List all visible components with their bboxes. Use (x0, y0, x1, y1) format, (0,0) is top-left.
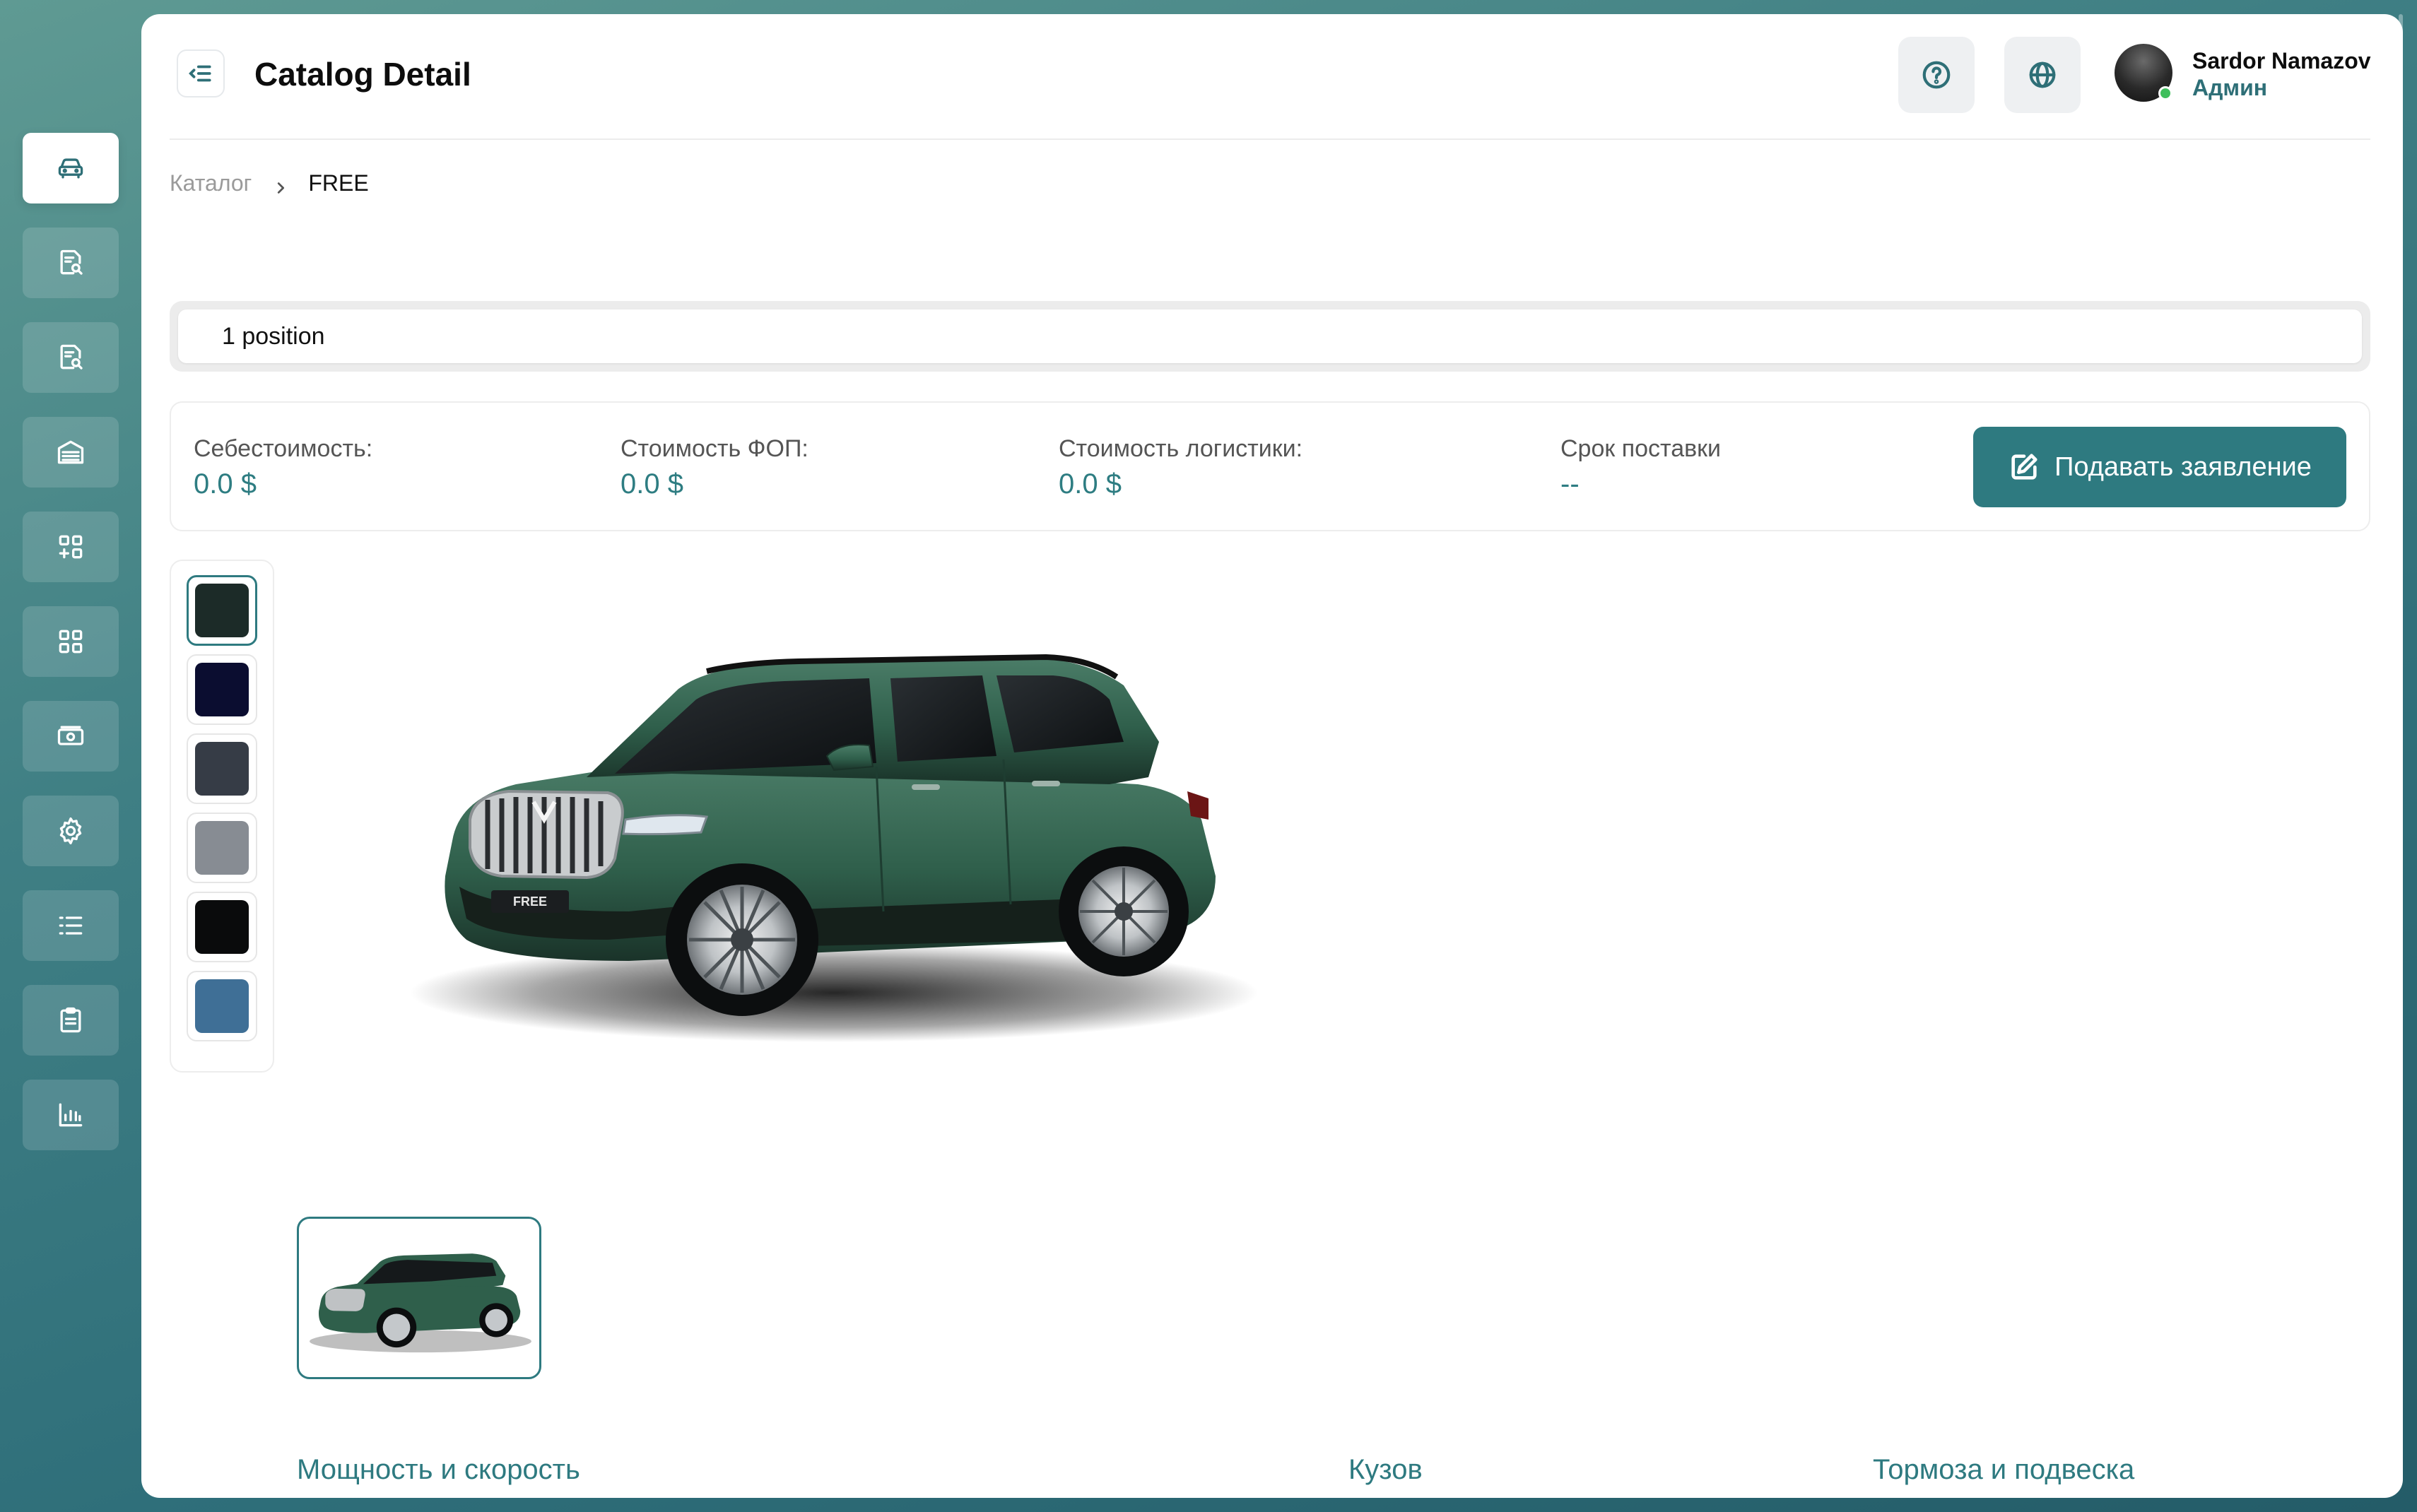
suv-illustration: FREE (410, 654, 1258, 1042)
list-icon (59, 916, 83, 935)
document-search-icon (60, 344, 83, 370)
sidebar-item-settings[interactable] (23, 796, 119, 866)
color-picker (170, 560, 274, 1073)
breadcrumb: Каталог FREE (170, 165, 369, 201)
header: Catalog Detail Sardor Namazov Админ (141, 14, 2403, 140)
header-divider (170, 138, 2370, 140)
question-circle-icon (1922, 61, 1951, 89)
sidebar-item-warehouse[interactable] (23, 417, 119, 488)
fop-cost-label: Стоимость ФОП: (621, 435, 808, 462)
collapse-menu-icon (189, 65, 211, 82)
help-button[interactable] (1898, 37, 1975, 113)
apps-grid-icon (59, 630, 83, 654)
tab-power-and-speed[interactable]: Мощность и скорость (297, 1454, 580, 1486)
money-icon (57, 726, 84, 745)
breadcrumb-catalog-link[interactable]: Каталог (170, 170, 252, 196)
suv-thumbnail-illustration (310, 1253, 531, 1353)
cost-summary-card: Себестоимость: 0.0 $ Стоимость ФОП: 0.0 … (170, 401, 2370, 531)
sidebar-item-modules[interactable] (23, 606, 119, 677)
logistics-cost-value: 0.0 $ (1059, 468, 1122, 500)
color-swatch[interactable] (187, 813, 257, 883)
avatar[interactable] (2115, 44, 2172, 102)
tab-brakes-and-suspension[interactable]: Тормоза и подвеска (1873, 1454, 2134, 1486)
add-apps-icon (59, 535, 83, 559)
sidebar (0, 0, 141, 1512)
cost-price-block: Себестоимость: 0.0 $ (194, 435, 372, 500)
color-swatch[interactable] (187, 575, 257, 646)
submit-application-button[interactable]: Подавать заявление (1973, 427, 2346, 507)
fop-cost-block: Стоимость ФОП: 0.0 $ (621, 435, 808, 500)
car-image: FREE (375, 608, 1293, 1046)
clipboard-icon (60, 1007, 81, 1033)
submit-application-label: Подавать заявление (2054, 451, 2312, 482)
color-swatch-fill (195, 663, 249, 716)
bar-chart-icon (59, 1103, 83, 1127)
chevron-right-icon (273, 175, 288, 194)
tab-body[interactable]: Кузов (1348, 1454, 1423, 1486)
gear-icon (59, 817, 82, 845)
color-swatch-fill (195, 900, 249, 954)
globe-icon (2029, 61, 2056, 88)
color-swatch-fill (195, 979, 249, 1033)
tab-position-1[interactable]: 1 position (178, 309, 2362, 363)
delivery-time-label: Срок поставки (1560, 435, 1722, 462)
color-swatch-fill (195, 584, 249, 637)
color-swatch[interactable] (187, 971, 257, 1041)
license-plate-text: FREE (513, 894, 547, 909)
color-swatch-fill (195, 742, 249, 796)
fop-cost-value: 0.0 $ (621, 468, 683, 500)
logistics-cost-label: Стоимость логистики: (1059, 435, 1303, 462)
delivery-time-block: Срок поставки -- (1560, 435, 1721, 500)
breadcrumb-current: FREE (308, 170, 369, 196)
delivery-time-value: -- (1560, 468, 1580, 500)
sidebar-item-list[interactable] (23, 890, 119, 961)
main-panel: Catalog Detail Sardor Namazov Админ Ката… (141, 14, 2403, 1498)
logistics-cost-block: Стоимость логистики: 0.0 $ (1059, 435, 1302, 500)
sidebar-item-add-modules[interactable] (23, 512, 119, 582)
cost-price-value: 0.0 $ (194, 468, 257, 500)
sidebar-item-finance[interactable] (23, 701, 119, 772)
color-swatch[interactable] (187, 654, 257, 725)
color-swatch[interactable] (187, 892, 257, 962)
edit-icon (2011, 454, 2037, 480)
user-role: Админ (2192, 75, 2268, 100)
sidebar-item-documents[interactable] (23, 228, 119, 298)
warehouse-icon (57, 440, 84, 464)
language-button[interactable] (2004, 37, 2081, 113)
user-name: Sardor Namazov (2192, 48, 2371, 73)
cost-price-label: Себестоимость: (194, 435, 373, 462)
color-swatch[interactable] (187, 733, 257, 804)
position-tabs: 1 position (170, 301, 2370, 372)
sidebar-item-reports[interactable] (23, 322, 119, 393)
image-thumbnail[interactable] (297, 1217, 541, 1379)
online-status-indicator (2158, 86, 2172, 100)
color-swatch-fill (195, 821, 249, 875)
sidebar-toggle-button[interactable] (177, 49, 225, 98)
sidebar-item-tasks[interactable] (23, 985, 119, 1056)
document-search-icon (60, 249, 83, 275)
sidebar-item-catalog[interactable] (23, 133, 119, 203)
sidebar-item-analytics[interactable] (23, 1080, 119, 1150)
page-title: Catalog Detail (254, 56, 471, 93)
car-icon (58, 158, 83, 179)
